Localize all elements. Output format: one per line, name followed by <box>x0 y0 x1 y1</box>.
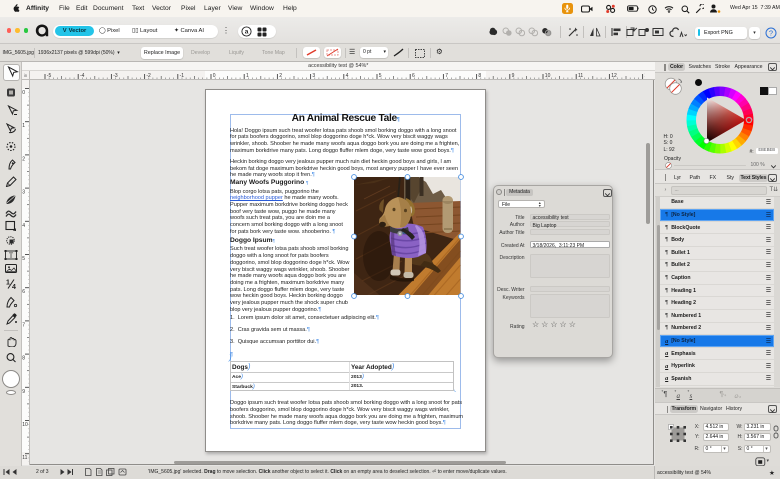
svg-text:4: 4 <box>22 223 25 229</box>
svg-text:12: 12 <box>611 73 617 79</box>
svg-text:10: 10 <box>545 73 551 79</box>
svg-text:1: 1 <box>22 123 25 129</box>
svg-text:10: 10 <box>22 422 28 428</box>
svg-text:a: a <box>245 29 249 36</box>
svg-text:8: 8 <box>22 356 25 362</box>
svg-text:2: 2 <box>22 156 25 162</box>
svg-text:0: 0 <box>22 90 25 96</box>
svg-text:5: 5 <box>22 256 25 262</box>
svg-text:3: 3 <box>22 190 25 196</box>
svg-text:6: 6 <box>22 289 25 295</box>
svg-text:11: 11 <box>578 73 583 79</box>
svg-text:7: 7 <box>22 322 25 328</box>
svg-text:?: ? <box>769 28 773 37</box>
svg-text:13: 13 <box>644 73 645 79</box>
svg-text:T: T <box>9 251 14 259</box>
svg-text:9: 9 <box>22 389 25 395</box>
svg-text:4: 4 <box>12 284 16 290</box>
